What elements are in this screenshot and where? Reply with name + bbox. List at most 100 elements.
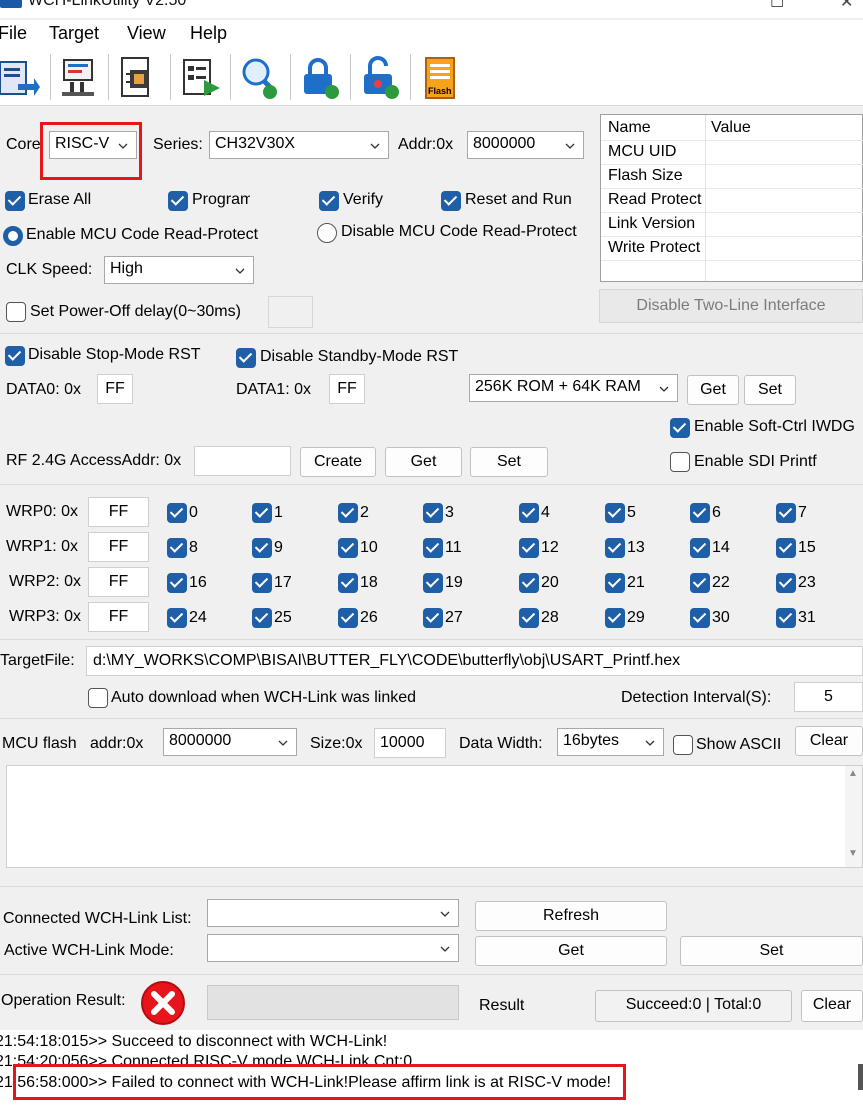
enable-protect-radio[interactable] <box>3 226 23 246</box>
refresh-button[interactable]: Refresh <box>475 901 667 931</box>
wrp-bit-checkbox[interactable] <box>519 608 539 628</box>
erase-all-checkbox[interactable] <box>5 191 25 211</box>
rf-set-button[interactable]: Set <box>470 447 548 477</box>
auto-download-checkbox[interactable] <box>88 688 108 708</box>
wrp-bit-checkbox[interactable] <box>690 573 710 593</box>
wrp-bit-checkbox[interactable] <box>519 503 539 523</box>
menu-file[interactable]: File <box>0 23 27 44</box>
wrp-bit-checkbox[interactable] <box>605 503 625 523</box>
wrp-bit-checkbox[interactable] <box>423 538 443 558</box>
memory-config-select[interactable]: 256K ROM + 64K RAM <box>469 374 678 402</box>
wrp-bit-checkbox[interactable] <box>167 573 187 593</box>
settings-icon[interactable] <box>56 54 104 102</box>
program-checkbox[interactable] <box>168 191 188 211</box>
wrp-bit-checkbox[interactable] <box>167 608 187 628</box>
wrp-bit-checkbox[interactable] <box>690 608 710 628</box>
close-icon[interactable]: ✕ <box>840 0 853 12</box>
wrp-bit-checkbox[interactable] <box>776 503 796 523</box>
memory-set-button[interactable]: Set <box>744 375 796 405</box>
wrp-bit-checkbox[interactable] <box>423 608 443 628</box>
wrp-bit-label: 31 <box>798 609 816 626</box>
wrp-bit-checkbox[interactable] <box>690 538 710 558</box>
data0-input[interactable]: FF <box>97 374 133 404</box>
menu-help[interactable]: Help <box>190 23 227 44</box>
wrp-value-input[interactable]: FF <box>88 497 149 527</box>
menu-view[interactable]: View <box>127 23 166 44</box>
flash-addr-select[interactable]: 8000000 <box>163 728 297 756</box>
wrp-bit-checkbox[interactable] <box>252 573 272 593</box>
standby-mode-rst-checkbox[interactable] <box>236 348 256 368</box>
wrp-bit-checkbox[interactable] <box>338 538 358 558</box>
wrp-bit-checkbox[interactable] <box>252 503 272 523</box>
data1-input[interactable]: FF <box>329 374 365 404</box>
disable-protect-radio[interactable] <box>317 223 337 243</box>
wrp-bit-checkbox[interactable] <box>519 573 539 593</box>
memory-get-button[interactable]: Get <box>687 375 739 405</box>
result-clear-button[interactable]: Clear <box>801 990 863 1022</box>
flash-clear-button[interactable]: Clear <box>795 726 863 756</box>
rf-access-addr-input[interactable] <box>194 446 291 476</box>
log-panel[interactable]: 21:54:18:015>> Succeed to disconnect wit… <box>0 1030 863 1113</box>
sdi-printf-checkbox[interactable] <box>670 452 690 472</box>
target-file-input[interactable]: d:\MY_WORKS\COMP\BISAI\BUTTER_FLY\CODE\b… <box>86 646 863 676</box>
search-target-icon[interactable] <box>236 54 284 102</box>
verify-checkbox[interactable] <box>319 191 339 211</box>
wrp-value-input[interactable]: FF <box>88 602 149 632</box>
rf-get-button[interactable]: Get <box>385 447 462 477</box>
series-select[interactable]: CH32V30X <box>209 131 389 159</box>
wrp-bit-label: 16 <box>189 574 207 591</box>
reset-run-checkbox[interactable] <box>441 191 461 211</box>
show-ascii-checkbox[interactable] <box>673 735 693 755</box>
wrp-value-input[interactable]: FF <box>88 532 149 562</box>
scroll-down-icon[interactable]: ▼ <box>848 848 858 859</box>
wrp-bit-checkbox[interactable] <box>776 538 796 558</box>
wrp-bit-checkbox[interactable] <box>167 503 187 523</box>
wrp-bit-checkbox[interactable] <box>605 538 625 558</box>
wrp-bit-checkbox[interactable] <box>338 503 358 523</box>
wrp-bit-checkbox[interactable] <box>338 608 358 628</box>
wrp-bit-label: 10 <box>360 539 378 556</box>
flash-dump-area[interactable]: ▲ ▼ <box>6 765 863 868</box>
wrp-bit-checkbox[interactable] <box>167 538 187 558</box>
menu-target[interactable]: Target <box>49 23 99 44</box>
stop-mode-rst-checkbox[interactable] <box>5 346 25 366</box>
wrp-bit-checkbox[interactable] <box>776 608 796 628</box>
soft-iwdg-checkbox[interactable] <box>670 418 690 438</box>
stop-mode-rst-label: Disable Stop-Mode RST <box>28 346 201 363</box>
link-mode-get-button[interactable]: Get <box>475 936 667 966</box>
wrp-bit-checkbox[interactable] <box>423 503 443 523</box>
wrp-bit-checkbox[interactable] <box>776 573 796 593</box>
lock-icon[interactable] <box>296 54 344 102</box>
data-width-select[interactable]: 16bytes <box>557 728 664 756</box>
power-off-delay-field[interactable] <box>268 296 313 328</box>
log-scrollbar-thumb[interactable] <box>858 1064 863 1090</box>
scroll-up-icon[interactable]: ▲ <box>848 768 858 779</box>
wrp-bit-checkbox[interactable] <box>605 573 625 593</box>
detection-interval-input[interactable]: 5 <box>794 682 863 712</box>
disable-two-line-button[interactable]: Disable Two-Line Interface <box>599 289 863 323</box>
wrp-bit-checkbox[interactable] <box>338 573 358 593</box>
wrp-bit-checkbox[interactable] <box>423 573 443 593</box>
unlock-icon[interactable] <box>356 54 404 102</box>
power-off-checkbox[interactable] <box>6 302 26 322</box>
wrp-bit-checkbox[interactable] <box>252 538 272 558</box>
wrp-value-input[interactable]: FF <box>88 567 149 597</box>
wrp-bit-checkbox[interactable] <box>605 608 625 628</box>
wrp-bit-checkbox[interactable] <box>690 503 710 523</box>
maximize-icon[interactable]: ☐ <box>770 0 784 12</box>
flash-file-icon[interactable]: Flash <box>416 54 464 102</box>
flash-size-input[interactable]: 10000 <box>374 728 446 758</box>
wrp-bit-checkbox[interactable] <box>519 538 539 558</box>
link-mode-select[interactable] <box>207 934 459 962</box>
connect-icon[interactable] <box>0 54 42 102</box>
flash-dump-scrollbar[interactable]: ▲ ▼ <box>845 766 862 867</box>
clk-speed-select[interactable]: High <box>104 256 254 284</box>
addr-select[interactable]: 8000000 <box>467 131 584 159</box>
wrp-bit-label: 9 <box>274 539 283 556</box>
link-mode-set-button[interactable]: Set <box>680 936 863 966</box>
wrp-bit-checkbox[interactable] <box>252 608 272 628</box>
program-icon[interactable] <box>176 54 224 102</box>
rf-create-button[interactable]: Create <box>300 447 376 477</box>
chip-query-icon[interactable] <box>114 54 162 102</box>
link-list-select[interactable] <box>207 899 459 927</box>
